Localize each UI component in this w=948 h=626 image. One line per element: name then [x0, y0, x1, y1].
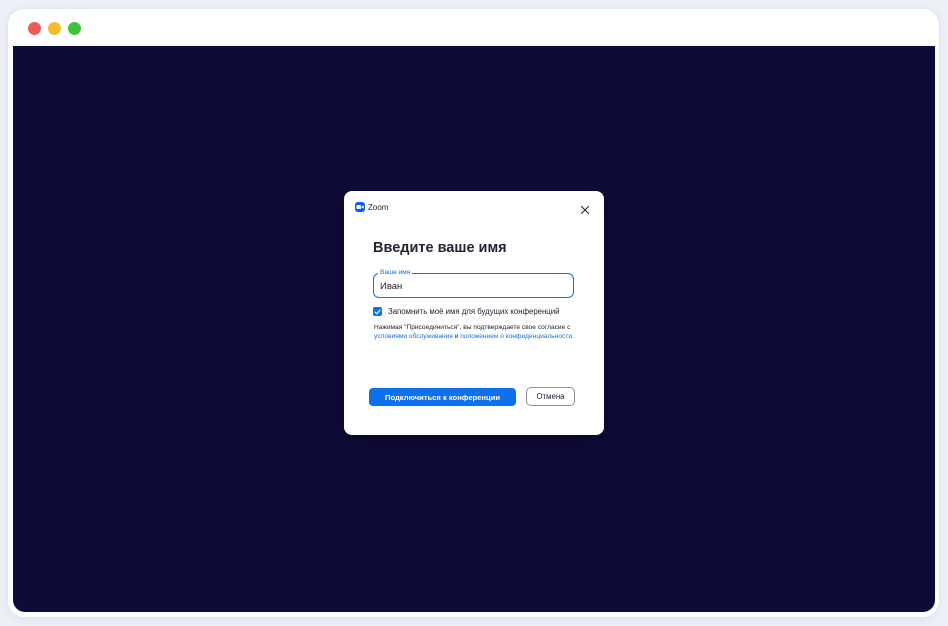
- terms-suffix: .: [572, 333, 574, 341]
- close-dialog-button[interactable]: [580, 202, 590, 215]
- zoom-logo-icon: [355, 202, 365, 212]
- terms-of-service-link[interactable]: условиями обслуживания: [374, 333, 453, 340]
- app-name: Zoom: [368, 202, 389, 212]
- join-name-dialog: Zoom Введите ваше имя Ваше имя Запомнить: [344, 191, 604, 435]
- join-conference-button[interactable]: Подключиться к конференции: [369, 388, 516, 406]
- privacy-policy-link[interactable]: положением о конфиденциальности: [460, 333, 572, 340]
- remember-name-option[interactable]: Запомнить моё имя для будущих конференци…: [373, 307, 559, 316]
- terms-notice: Нажимая "Присоединиться", вы подтверждае…: [374, 323, 574, 341]
- cancel-button[interactable]: Отмена: [526, 387, 575, 406]
- terms-prefix: Нажимая "Присоединиться", вы подтверждае…: [374, 324, 571, 331]
- name-field[interactable]: Ваше имя: [373, 269, 574, 298]
- name-input[interactable]: [380, 279, 560, 293]
- close-window-dot[interactable]: [28, 22, 41, 35]
- remember-name-label: Запомнить моё имя для будущих конференци…: [388, 307, 560, 316]
- name-field-label: Ваше имя: [378, 269, 413, 277]
- remember-name-checkbox[interactable]: [373, 307, 382, 316]
- app-background: Zoom Введите ваше имя Ваше имя Запомнить: [13, 46, 935, 612]
- minimize-window-dot[interactable]: [48, 22, 61, 35]
- browser-window: Zoom Введите ваше имя Ваше имя Запомнить: [8, 9, 939, 617]
- dialog-header: Zoom: [355, 201, 388, 213]
- maximize-window-dot[interactable]: [68, 22, 81, 35]
- dialog-title: Введите ваше имя: [373, 240, 507, 256]
- window-titlebar: [8, 9, 939, 46]
- close-icon: [580, 205, 590, 215]
- checkmark-icon: [374, 309, 381, 314]
